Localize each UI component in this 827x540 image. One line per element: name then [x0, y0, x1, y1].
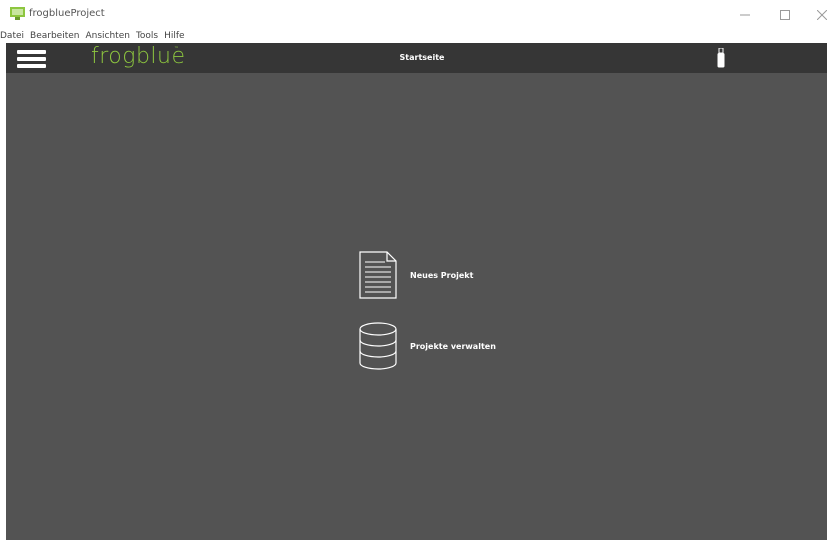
hamburger-menu-icon[interactable] — [17, 50, 46, 68]
menu-tools[interactable]: Tools — [133, 30, 161, 42]
menu-ansichten[interactable]: Ansichten — [82, 30, 132, 42]
logo-trademark: ™ — [174, 46, 179, 52]
minimize-button[interactable] — [728, 0, 762, 30]
close-button[interactable] — [805, 0, 827, 30]
menu-bar: Datei Bearbeiten Ansichten Tools Hilfe — [0, 30, 827, 42]
menu-datei[interactable]: Datei — [0, 30, 27, 42]
database-icon — [359, 322, 397, 370]
frogblue-logo: frogblue — [91, 44, 186, 69]
maximize-button[interactable] — [768, 0, 802, 30]
window-title: frogblueProject — [29, 8, 105, 19]
new-project-button[interactable]: Neues Projekt — [358, 251, 473, 299]
new-project-label: Neues Projekt — [410, 270, 474, 280]
app-window: frogblueProject Datei Bearbeiten Ansicht… — [0, 0, 827, 540]
menu-bearbeiten[interactable]: Bearbeiten — [27, 30, 82, 42]
page-title: Startseite — [399, 53, 445, 62]
minimize-icon — [740, 14, 750, 16]
database-icon-wrap — [358, 322, 398, 370]
title-bar: frogblueProject — [0, 0, 827, 30]
app-icon — [10, 7, 25, 20]
document-icon-wrap — [358, 251, 398, 299]
document-icon — [359, 251, 397, 299]
app-toolbar: frogblue ™ Startseite — [6, 43, 827, 73]
manage-projects-button[interactable]: Projekte verwalten — [358, 322, 496, 370]
main-content: Neues Projekt Projekte verwalten — [6, 73, 827, 540]
usb-stick-icon[interactable] — [717, 48, 725, 68]
maximize-icon — [780, 10, 790, 20]
menu-hilfe[interactable]: Hilfe — [161, 30, 187, 42]
manage-projects-label: Projekte verwalten — [410, 341, 496, 351]
close-icon — [817, 10, 827, 20]
